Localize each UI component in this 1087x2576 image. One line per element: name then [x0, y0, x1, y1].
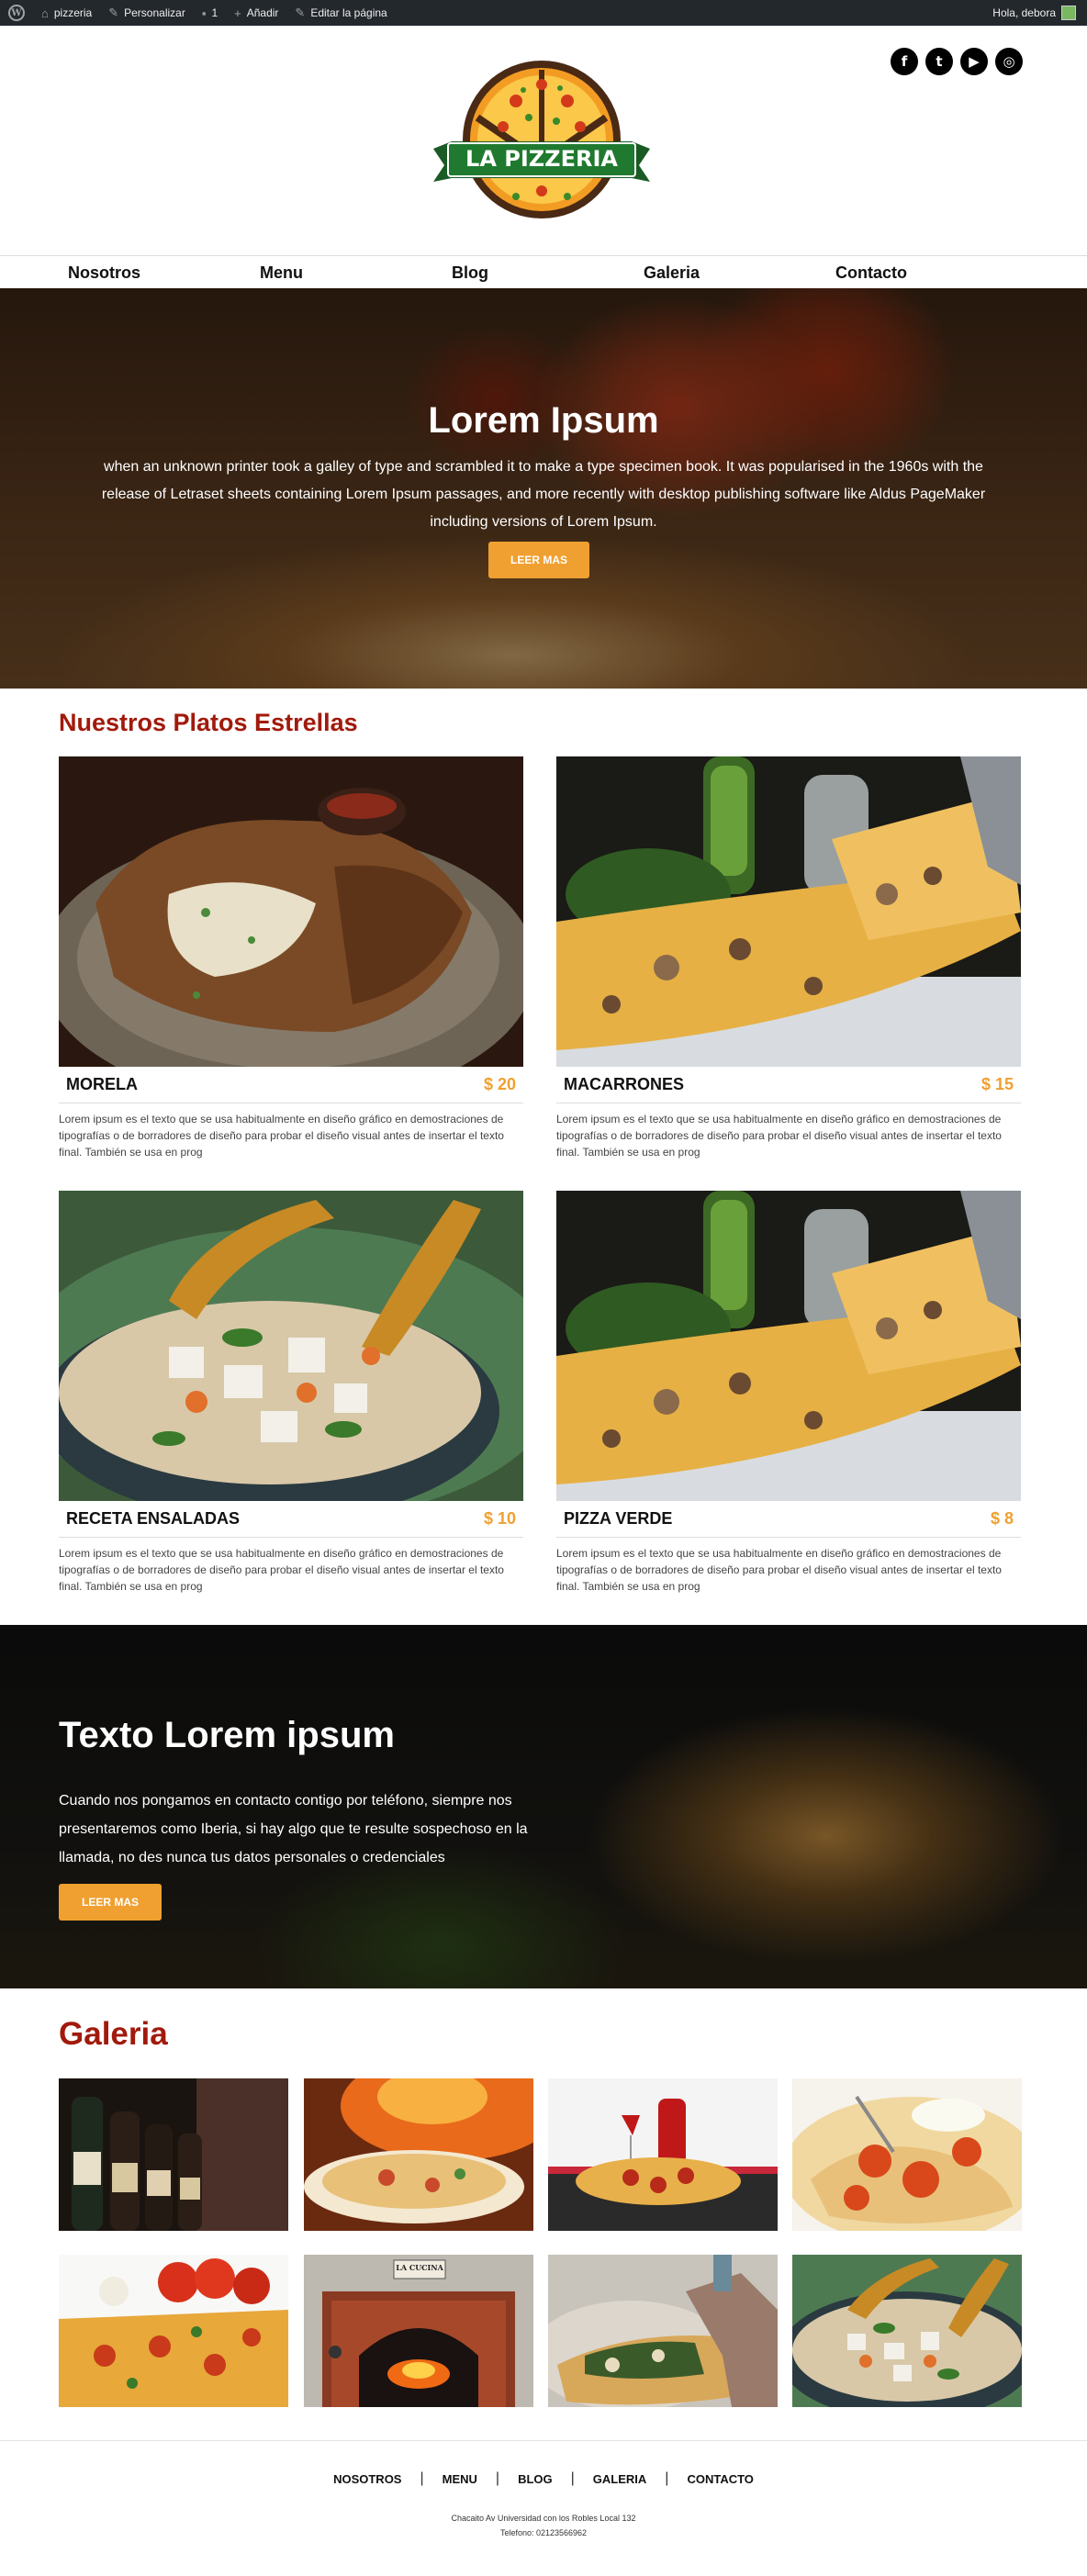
customize-label: Personalizar [124, 6, 185, 19]
promo-banner: Texto Lorem ipsum Cuando nos pongamos en… [0, 1625, 1087, 1988]
nav-item-menu[interactable]: Menu [260, 263, 303, 283]
promo-text: Cuando nos pongamos en contacto contigo … [59, 1793, 528, 1865]
edit-page-label: Editar la página [310, 6, 387, 19]
dish-header: PIZZA VERDE $ 8 [556, 1501, 1021, 1538]
admin-bar: W ⌂ pizzeria ✎ Personalizar ▪ 1 + Añadir… [0, 0, 1087, 26]
dish-header: MACARRONES $ 15 [556, 1067, 1021, 1103]
dish-photo-pizza [556, 1191, 1021, 1501]
site-logo[interactable]: LA PIZZERIA [424, 53, 659, 231]
main-nav: Nosotros Menu Blog Galeria Contacto [0, 255, 1087, 288]
customize-link[interactable]: ✎ Personalizar [100, 0, 194, 26]
gallery-image-oven[interactable]: LA CUCINA [304, 2255, 533, 2407]
dish-card[interactable]: PIZZA VERDE $ 8 Lorem ipsum es el texto … [556, 1191, 1021, 1595]
footer-nav-separator: | [420, 2470, 424, 2486]
edit-page-link[interactable]: ✎ Editar la página [286, 0, 395, 26]
footer-nav-nosotros[interactable]: NOSOTROS [333, 2472, 401, 2486]
gallery-image-pepperoni[interactable] [548, 2078, 778, 2231]
brush-icon: ✎ [108, 6, 119, 19]
account-menu[interactable]: Hola, debora [992, 6, 1087, 20]
dish-name: MACARRONES [564, 1075, 685, 1093]
wordpress-icon: W [8, 5, 25, 21]
footer-nav: NOSOTROS | MENU | BLOG | GALERIA | CONTA… [0, 2470, 1087, 2487]
promo-title: Texto Lorem ipsum [59, 1715, 395, 1755]
pizza-logo-icon [433, 61, 650, 218]
dish-price: $ 15 [981, 1075, 1014, 1093]
footer-nav-separator: | [570, 2470, 575, 2486]
plus-icon: + [234, 6, 241, 20]
site-name-link[interactable]: ⌂ pizzeria [33, 0, 100, 26]
dish-photo-pizza [556, 756, 1021, 1067]
dish-description: Lorem ipsum es el texto que se usa habit… [59, 1547, 504, 1593]
gallery-image-beers[interactable] [59, 2078, 288, 2231]
comments-link[interactable]: ▪ 1 [194, 0, 226, 26]
footer-nav-blog[interactable]: BLOG [518, 2472, 553, 2486]
footer-nav-contacto[interactable]: CONTACTO [687, 2472, 753, 2486]
footer-address: Chacaito Av Universidad con los Robles L… [451, 2514, 636, 2523]
footer-nav-galeria[interactable]: GALERIA [593, 2472, 647, 2486]
footer-nav-separator: | [665, 2470, 669, 2486]
facebook-icon[interactable]: f [891, 48, 918, 75]
gallery-image-salad[interactable] [792, 2255, 1022, 2407]
greeting-label: Hola, debora [992, 6, 1056, 19]
footer-phone: Telefono: 02123566962 [499, 2528, 588, 2537]
site-footer: NOSOTROS | MENU | BLOG | GALERIA | CONTA… [0, 2440, 1087, 2576]
dish-description: Lorem ipsum es el texto que se usa habit… [59, 1113, 504, 1159]
gallery-image-tomato-pizza[interactable] [59, 2255, 288, 2407]
site-name-label: pizzeria [53, 6, 93, 19]
avatar [1061, 6, 1076, 20]
tumblr-icon[interactable]: t [925, 48, 953, 75]
hero-title: Lorem Ipsum [428, 400, 659, 441]
dish-photo-salad [59, 1191, 523, 1501]
nav-item-blog[interactable]: Blog [452, 263, 488, 283]
instagram-icon[interactable]: ◎ [995, 48, 1023, 75]
dish-name: RECETA ENSALADAS [66, 1509, 241, 1528]
wordpress-menu[interactable]: W [0, 0, 33, 26]
footer-nav-menu[interactable]: MENU [443, 2472, 477, 2486]
dish-card[interactable]: MACARRONES $ 15 Lorem ipsum es el texto … [556, 756, 1021, 1160]
platos-section-title: Nuestros Platos Estrellas [59, 709, 358, 736]
dish-photo-calzone [59, 756, 523, 1067]
footer-nav-separator: | [495, 2470, 500, 2486]
nav-item-nosotros[interactable]: Nosotros [68, 263, 140, 283]
dish-description: Lorem ipsum es el texto que se usa habit… [556, 1547, 1002, 1593]
gallery-image-slice[interactable] [548, 2255, 778, 2407]
dish-price: $ 8 [990, 1509, 1014, 1528]
dish-card[interactable]: MORELA $ 20 Lorem ipsum es el texto que … [59, 756, 523, 1160]
comment-icon: ▪ [201, 6, 207, 20]
site-header: LA PIZZERIA f t ▶ ◎ [0, 26, 1087, 255]
dish-card[interactable]: RECETA ENSALADAS $ 10 Lorem ipsum es el … [59, 1191, 523, 1595]
hero-read-more-button[interactable]: LEER MAS [488, 542, 589, 578]
dish-name: MORELA [66, 1075, 138, 1093]
add-new-label: Añadir [246, 6, 279, 19]
comments-count: 1 [211, 6, 219, 19]
home-icon: ⌂ [41, 6, 49, 20]
oven-sign-text: LA CUCINA [396, 2263, 443, 2272]
dish-header: RECETA ENSALADAS $ 10 [59, 1501, 523, 1538]
dish-price: $ 20 [483, 1075, 516, 1093]
pencil-icon: ✎ [295, 6, 306, 19]
hero-banner: Lorem Ipsum when an unknown printer took… [0, 288, 1087, 689]
galeria-section-title: Galeria [59, 2016, 168, 2052]
dish-name: PIZZA VERDE [564, 1509, 673, 1528]
hero-text: when an unknown printer took a galley of… [101, 459, 986, 530]
nav-item-contacto[interactable]: Contacto [835, 263, 907, 283]
dish-price: $ 10 [483, 1509, 516, 1528]
nav-item-galeria[interactable]: Galeria [644, 263, 700, 283]
add-new-link[interactable]: + Añadir [226, 0, 286, 26]
dish-header: MORELA $ 20 [59, 1067, 523, 1103]
promo-read-more-button[interactable]: LEER MAS [59, 1884, 162, 1921]
social-links: f t ▶ ◎ [891, 48, 1023, 75]
logo-text: LA PIZZERIA [465, 146, 618, 172]
youtube-icon[interactable]: ▶ [960, 48, 988, 75]
dish-description: Lorem ipsum es el texto que se usa habit… [556, 1113, 1002, 1159]
gallery-image-spaghetti[interactable] [792, 2078, 1022, 2231]
gallery-image-fire-pizza[interactable] [304, 2078, 533, 2231]
footer-contact: Chacaito Av Universidad con los Robles L… [0, 2511, 1087, 2540]
